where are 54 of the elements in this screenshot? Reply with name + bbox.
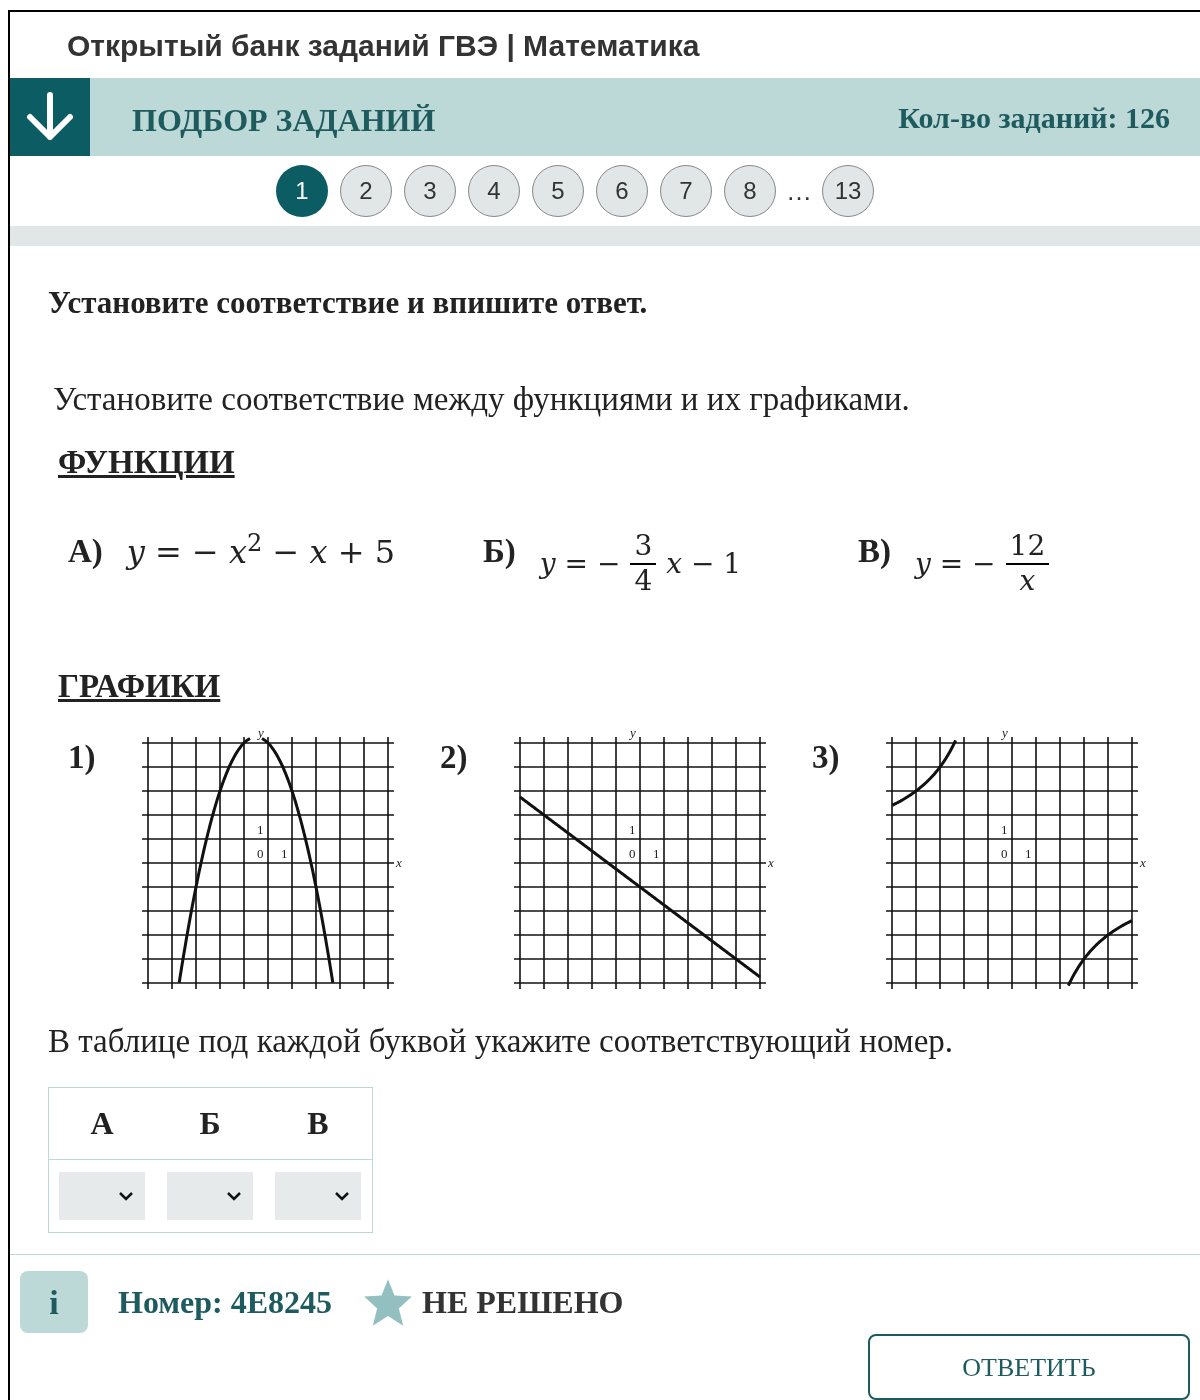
axis-label: y (630, 725, 636, 740)
column-header: Б (198, 1104, 222, 1143)
axis-label: y (1002, 725, 1008, 740)
info-button[interactable]: i (20, 1271, 88, 1333)
tick-label: 1 (653, 846, 660, 861)
axis-label: y (258, 725, 264, 740)
graph-number: 1) (68, 738, 97, 777)
page-button[interactable]: 2 (340, 165, 392, 217)
origin-label: 0 (257, 846, 264, 861)
page-button[interactable]: 6 (596, 165, 648, 217)
axis-label: x (1140, 855, 1146, 870)
answer-select[interactable] (275, 1171, 361, 1220)
tick-label: 1 (1025, 846, 1032, 861)
tick-label: 1 (281, 846, 288, 861)
column-header: А (89, 1104, 115, 1143)
instruction-text: В таблице под каждой буквой укажите соответствующий номер. (48, 1022, 955, 1061)
column-header: В (306, 1104, 330, 1143)
origin-label: 0 (629, 846, 636, 861)
chevron-down-icon (117, 1189, 135, 1202)
collapse-button[interactable] (10, 78, 90, 156)
chevron-down-icon (333, 1189, 351, 1202)
page-button[interactable]: 4 (468, 165, 520, 217)
formula: y = − x$^{2}$ − x + 5 (126, 527, 396, 573)
answer-button[interactable]: ОТВЕТИТЬ (868, 1334, 1190, 1400)
origin-label: 0 (1001, 846, 1008, 861)
graph-number: 3) (812, 738, 841, 777)
ellipsis: … (786, 174, 812, 208)
tick-label: 1 (629, 822, 636, 837)
page-button[interactable]: 5 (532, 165, 584, 217)
task-heading: Установите соответствие и впишите ответ. (48, 284, 649, 322)
task-prompt: Установите соответствие между функциями и их графиками. (53, 379, 911, 419)
tick-label: 1 (257, 822, 264, 837)
answer-select[interactable] (167, 1171, 253, 1220)
functions-heading: ФУНКЦИИ (58, 443, 235, 482)
option-letter: В) (858, 531, 891, 571)
page-button[interactable]: 7 (660, 165, 712, 217)
page-button[interactable]: 1 (276, 165, 328, 217)
page-button[interactable]: 8 (724, 165, 776, 217)
task-number: Номер: 4E8245 (118, 1283, 333, 1322)
graphs-heading: ГРАФИКИ (58, 666, 221, 706)
axis-label: x (396, 855, 402, 870)
task-count: Кол-во заданий: 126 (898, 99, 1170, 136)
option-letter: А) (68, 531, 103, 571)
chevron-down-icon (225, 1189, 243, 1202)
site-title: Открытый банк заданий ГВЭ | Математика (67, 27, 700, 64)
tick-label: 1 (1001, 822, 1008, 837)
axis-label: x (768, 855, 774, 870)
option-letter: Б) (483, 531, 516, 571)
status-label: НЕ РЕШЕНО (422, 1283, 624, 1322)
section-title: ПОДБОР ЗАДАНИЙ (132, 101, 436, 140)
graph-number: 2) (440, 738, 469, 777)
page-button[interactable]: 13 (822, 165, 874, 217)
page-button[interactable]: 3 (404, 165, 456, 217)
answer-select[interactable] (59, 1171, 145, 1220)
